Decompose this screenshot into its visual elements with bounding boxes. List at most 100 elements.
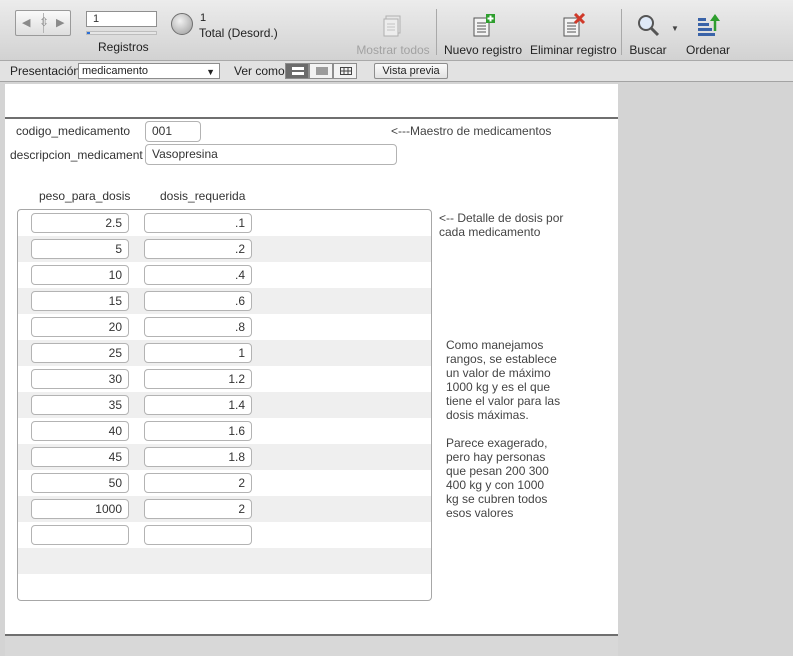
list-view-icon bbox=[316, 67, 328, 75]
dosis-requerida-field[interactable]: 1.4 bbox=[144, 395, 252, 415]
range-note-line: esos valores bbox=[446, 506, 514, 520]
show-all-button[interactable]: Mostrar todos bbox=[356, 13, 430, 57]
new-record-label: Nuevo registro bbox=[444, 43, 523, 57]
find-menu-chevron-down-icon[interactable]: ▼ bbox=[671, 24, 679, 33]
delete-record-button[interactable]: Eliminar registro bbox=[530, 12, 617, 57]
range-note-line: Como manejamos bbox=[446, 338, 544, 352]
peso-para-dosis-field[interactable]: 40 bbox=[31, 421, 129, 441]
form-view-icon bbox=[292, 67, 304, 75]
find-button[interactable]: Buscar bbox=[628, 13, 668, 57]
peso-para-dosis-field[interactable]: 1000 bbox=[31, 499, 129, 519]
toolbar-divider bbox=[436, 9, 437, 55]
range-note-line: rangos, se establece bbox=[446, 352, 557, 366]
portal-row[interactable]: 1000 2 bbox=[18, 496, 431, 522]
footer-area bbox=[5, 636, 618, 656]
view-as-table-button[interactable] bbox=[333, 63, 357, 79]
range-note-line: que pesan 200 300 bbox=[446, 464, 549, 478]
peso-para-dosis-field[interactable]: 30 bbox=[31, 369, 129, 389]
detail-note-line-1: <-- Detalle de dosis por bbox=[439, 211, 564, 225]
show-all-label: Mostrar todos bbox=[356, 43, 430, 57]
dosis-requerida-field[interactable]: .4 bbox=[144, 265, 252, 285]
sort-button[interactable]: Ordenar bbox=[684, 13, 732, 57]
portal-row[interactable] bbox=[18, 522, 431, 548]
portal-row[interactable]: 15.6 bbox=[18, 288, 431, 314]
layout-label: Presentación: bbox=[10, 64, 84, 78]
dosis-requerida-field[interactable]: 1.6 bbox=[144, 421, 252, 441]
next-record-icon[interactable]: ▶ bbox=[56, 16, 64, 29]
delete-record-label: Eliminar registro bbox=[530, 43, 617, 57]
range-note-line: 1000 kg y es el que bbox=[446, 380, 551, 394]
peso-column-header: peso_para_dosis bbox=[39, 189, 131, 203]
record-navigation-book[interactable]: ◀ ⇳ ▶ bbox=[15, 10, 71, 36]
peso-para-dosis-field[interactable]: 2.5 bbox=[31, 213, 129, 233]
portal-row[interactable]: 5.2 bbox=[18, 236, 431, 262]
current-record-input[interactable]: 1 bbox=[86, 11, 157, 27]
table-view-icon bbox=[340, 67, 352, 75]
toolbar-divider bbox=[621, 9, 622, 55]
header-divider bbox=[5, 117, 618, 119]
range-note-line: Parece exagerado, bbox=[446, 436, 548, 450]
find-label: Buscar bbox=[629, 43, 667, 57]
codigo-field[interactable]: 001 bbox=[145, 121, 201, 142]
layout-select-value: medicamento bbox=[82, 65, 149, 77]
portal-row[interactable]: 30 1.2 bbox=[18, 366, 431, 392]
range-note-line: kg se cubren todos bbox=[446, 492, 548, 506]
peso-para-dosis-field[interactable]: 50 bbox=[31, 473, 129, 493]
dosis-requerida-field[interactable]: 1.2 bbox=[144, 369, 252, 389]
portal-empty-row bbox=[18, 548, 431, 574]
range-note-line: un valor de máximo bbox=[446, 366, 551, 380]
dosis-requerida-field[interactable]: .1 bbox=[144, 213, 252, 233]
dosis-portal[interactable]: 2.5.1 5.2 10.4 15.6 20.8 25 1 30 1.2 35 1.4 40 1.6 45… bbox=[17, 209, 432, 601]
peso-para-dosis-field[interactable] bbox=[31, 525, 129, 545]
portal-row[interactable]: 35 1.4 bbox=[18, 392, 431, 418]
magnifier-icon bbox=[635, 13, 661, 39]
dosis-requerida-field[interactable]: 1.8 bbox=[144, 447, 252, 467]
dosis-requerida-field[interactable]: 2 bbox=[144, 499, 252, 519]
peso-para-dosis-field[interactable]: 15 bbox=[31, 291, 129, 311]
portal-row[interactable]: 25 1 bbox=[18, 340, 431, 366]
dosis-requerida-field[interactable]: .8 bbox=[144, 317, 252, 337]
peso-para-dosis-field[interactable]: 35 bbox=[31, 395, 129, 415]
peso-para-dosis-field[interactable]: 5 bbox=[31, 239, 129, 259]
portal-row[interactable]: 40 1.6 bbox=[18, 418, 431, 444]
range-note-line bbox=[446, 422, 560, 436]
dosis-requerida-field[interactable]: 2 bbox=[144, 473, 252, 493]
peso-para-dosis-field[interactable]: 20 bbox=[31, 317, 129, 337]
portal-row[interactable]: 10.4 bbox=[18, 262, 431, 288]
previous-record-icon[interactable]: ◀ bbox=[22, 16, 30, 29]
view-as-form-button[interactable] bbox=[285, 63, 309, 79]
delete-record-icon bbox=[560, 12, 586, 39]
peso-para-dosis-field[interactable]: 25 bbox=[31, 343, 129, 363]
preview-button[interactable]: Vista previa bbox=[374, 63, 448, 79]
range-note-line: dosis máximas. bbox=[446, 408, 529, 422]
codigo-label: codigo_medicamento bbox=[16, 124, 131, 138]
found-count: 1 bbox=[200, 12, 207, 24]
detail-note-line-2: cada medicamento bbox=[439, 225, 541, 239]
dosis-column-header: dosis_requerida bbox=[160, 189, 246, 203]
dosis-requerida-field[interactable]: .6 bbox=[144, 291, 252, 311]
new-record-button[interactable]: Nuevo registro bbox=[444, 13, 522, 57]
descripcion-field[interactable]: Vasopresina bbox=[145, 144, 397, 165]
new-record-icon bbox=[470, 13, 496, 39]
show-all-icon bbox=[380, 13, 406, 39]
dosis-requerida-field[interactable]: .2 bbox=[144, 239, 252, 259]
dosis-requerida-field[interactable]: 1 bbox=[144, 343, 252, 363]
portal-row[interactable]: 20.8 bbox=[18, 314, 431, 340]
portal-row[interactable]: 2.5 .1 bbox=[18, 210, 431, 236]
peso-para-dosis-field[interactable]: 45 bbox=[31, 447, 129, 467]
view-as-list-button[interactable] bbox=[309, 63, 333, 79]
records-label: Registros bbox=[98, 40, 149, 54]
record-slider[interactable] bbox=[86, 31, 157, 35]
found-total-label: Total (Desord.) bbox=[199, 26, 278, 40]
layout-select[interactable]: medicamento ▼ bbox=[78, 63, 220, 79]
found-set-pie-icon bbox=[171, 13, 193, 35]
peso-para-dosis-field[interactable]: 10 bbox=[31, 265, 129, 285]
record-slider-fill bbox=[87, 32, 90, 34]
sort-icon bbox=[695, 13, 721, 39]
empty-canvas-area bbox=[618, 84, 793, 656]
portal-row[interactable]: 45 1.8 bbox=[18, 444, 431, 470]
range-note: Como manejamos rangos, se establece un val… bbox=[446, 338, 560, 520]
range-note-line: 400 kg y con 1000 bbox=[446, 478, 545, 492]
dosis-requerida-field[interactable] bbox=[144, 525, 252, 545]
portal-row[interactable]: 50 2 bbox=[18, 470, 431, 496]
